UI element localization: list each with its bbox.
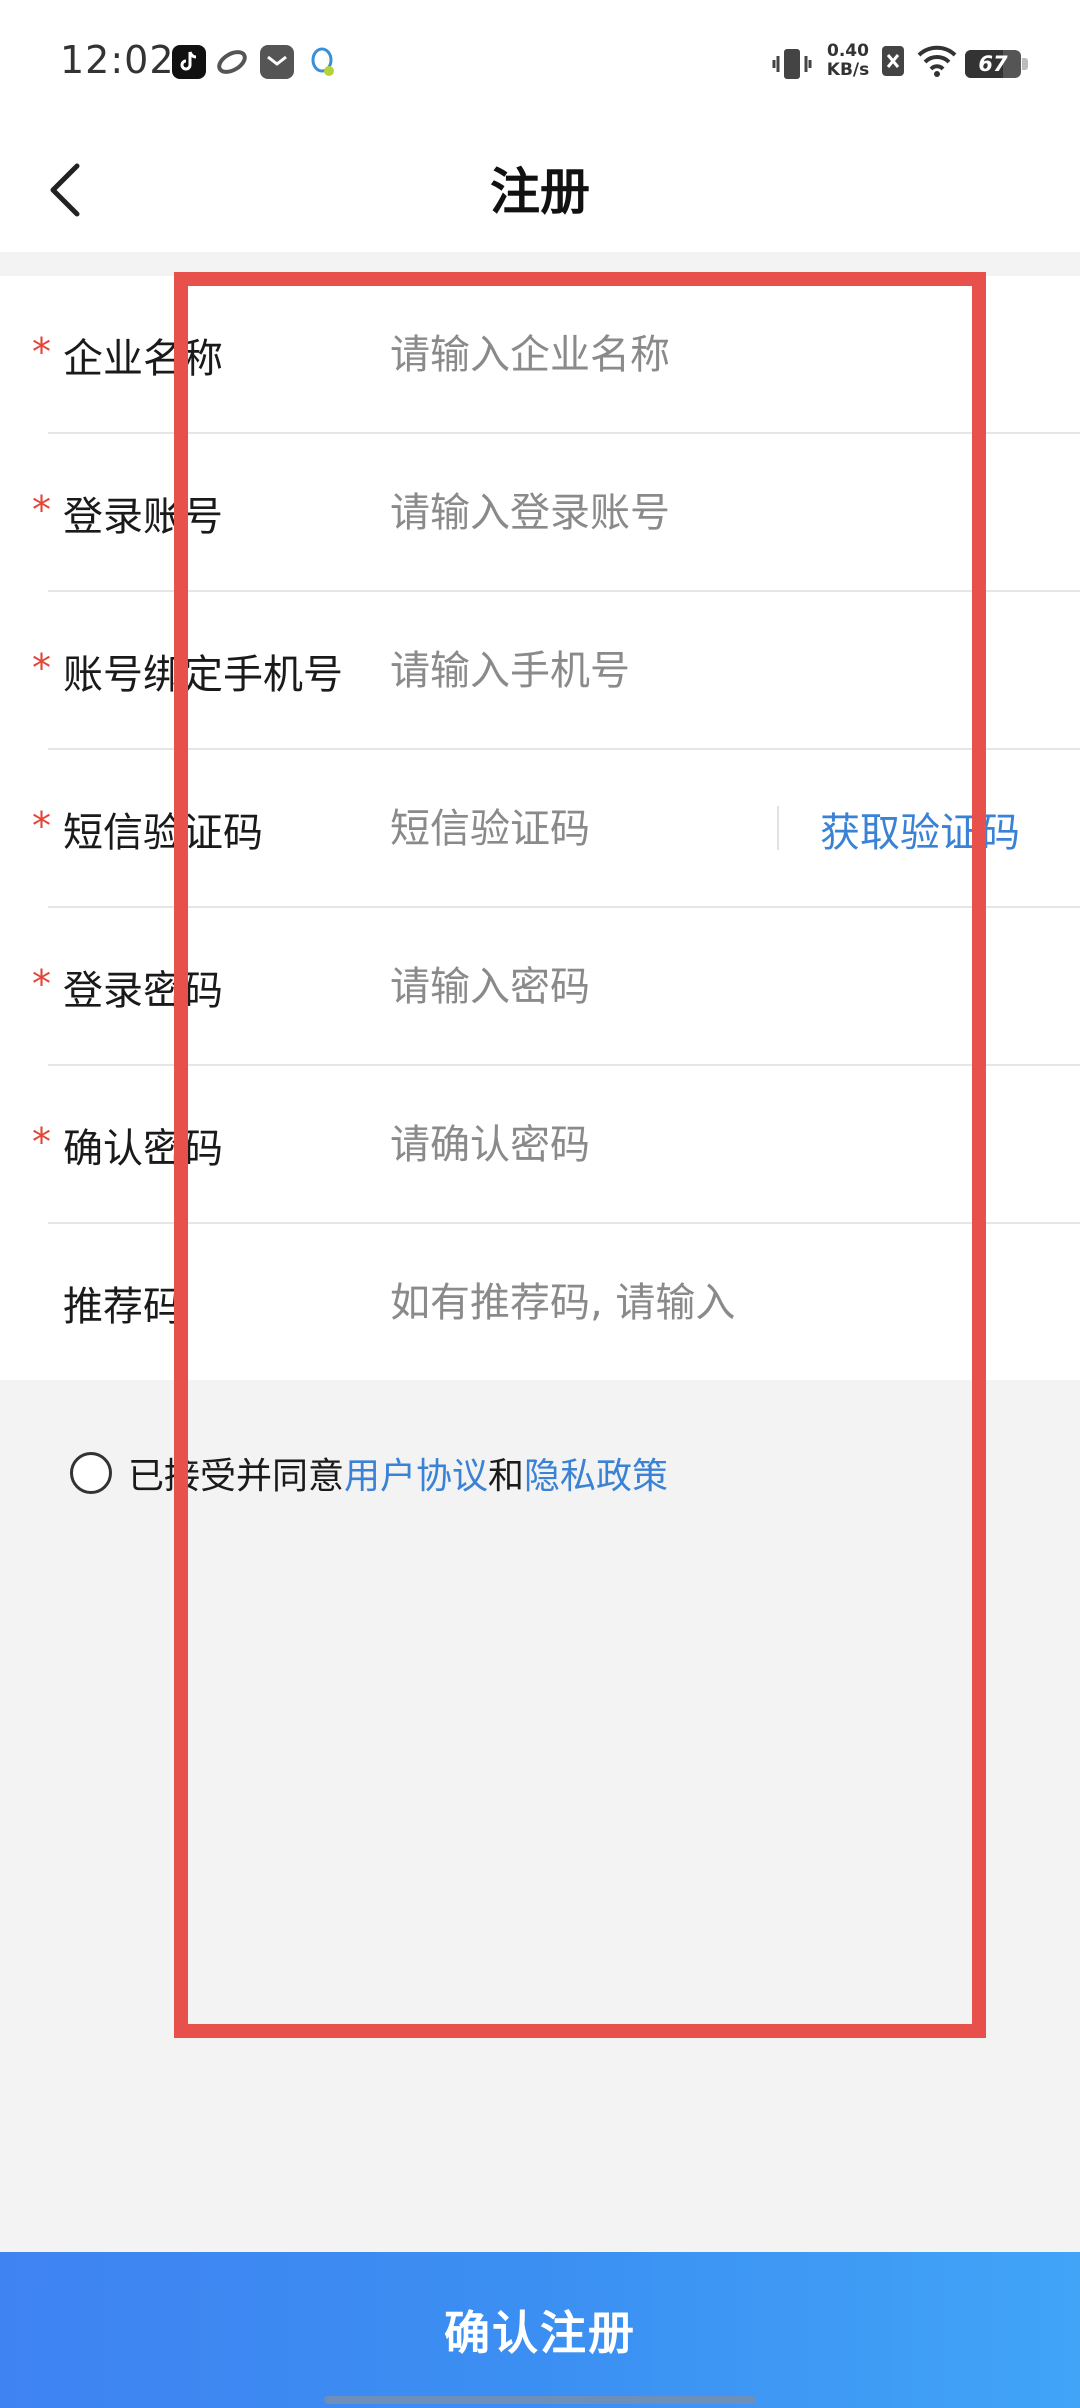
field-label: 账号绑定手机号 bbox=[63, 652, 343, 698]
agreement-row: 已接受并同意 用户协议 和 隐私政策 bbox=[70, 1448, 668, 1498]
confirm-password-input[interactable] bbox=[390, 1106, 1040, 1184]
field-row-company-name: * 企业名称 bbox=[0, 276, 1080, 434]
field-label: 企业名称 bbox=[63, 336, 223, 382]
field-row-referral-code: 推荐码 bbox=[0, 1224, 1080, 1382]
field-row-login-account: * 登录账号 bbox=[0, 434, 1080, 592]
required-marker: * bbox=[32, 646, 51, 690]
field-label: 短信验证码 bbox=[63, 810, 263, 856]
field-row-sms-code: * 短信验证码 获取验证码 bbox=[0, 750, 1080, 908]
referral-code-input[interactable] bbox=[390, 1264, 1040, 1342]
field-label: 确认密码 bbox=[63, 1126, 223, 1172]
page-title: 注册 bbox=[490, 163, 590, 221]
status-bar: 12:02 0.40 KB/s 67 bbox=[0, 0, 1080, 130]
required-marker: * bbox=[32, 1120, 51, 1164]
battery-nub bbox=[1022, 58, 1028, 70]
required-marker: * bbox=[32, 330, 51, 374]
required-marker: * bbox=[32, 962, 51, 1006]
company-name-input[interactable] bbox=[390, 316, 1040, 394]
wifi-icon bbox=[916, 44, 958, 78]
required-marker: * bbox=[32, 804, 51, 848]
battery-level: 67 bbox=[978, 52, 1008, 76]
vibrate-icon bbox=[772, 44, 812, 84]
mail-icon bbox=[260, 45, 294, 79]
home-indicator bbox=[324, 2396, 756, 2404]
qq-icon bbox=[305, 45, 339, 79]
field-label: 登录账号 bbox=[63, 494, 223, 540]
password-input[interactable] bbox=[390, 948, 1040, 1026]
field-row-phone: * 账号绑定手机号 bbox=[0, 592, 1080, 750]
agreement-prefix: 已接受并同意 bbox=[128, 1456, 345, 1497]
sms-code-input[interactable] bbox=[390, 790, 770, 868]
field-row-password: * 登录密码 bbox=[0, 908, 1080, 1066]
header: 注册 bbox=[0, 130, 1080, 252]
user-agreement-link[interactable]: 用户协议 bbox=[344, 1447, 488, 1499]
privacy-policy-link[interactable]: 隐私政策 bbox=[524, 1447, 668, 1499]
agree-checkbox[interactable] bbox=[70, 1452, 112, 1494]
tiktok-icon bbox=[172, 45, 206, 79]
confirm-register-button[interactable]: 确认注册 bbox=[0, 2252, 1080, 2408]
field-label: 登录密码 bbox=[63, 968, 223, 1014]
net-speed: 0.40 KB/s bbox=[820, 42, 876, 80]
browser-icon bbox=[215, 45, 249, 79]
login-account-input[interactable] bbox=[390, 474, 1040, 552]
confirm-register-label: 确认注册 bbox=[444, 2307, 636, 2359]
battery-icon: 67 bbox=[965, 50, 1021, 78]
field-label: 推荐码 bbox=[63, 1284, 183, 1330]
field-row-confirm-password: * 确认密码 bbox=[0, 1066, 1080, 1224]
net-speed-value: 0.40 bbox=[827, 41, 869, 61]
phone-input[interactable] bbox=[390, 632, 1040, 710]
net-speed-unit: KB/s bbox=[826, 60, 870, 80]
status-time: 12:02 bbox=[60, 38, 175, 82]
required-marker: * bbox=[32, 488, 51, 532]
get-code-button[interactable]: 获取验证码 bbox=[820, 800, 1020, 858]
no-sim-icon bbox=[880, 44, 906, 78]
registration-form: * 企业名称 * 登录账号 * 账号绑定手机号 * 短信验证码 获取验证码 * … bbox=[0, 276, 1080, 1380]
sms-divider bbox=[777, 806, 779, 850]
agreement-conjunction: 和 bbox=[488, 1456, 525, 1497]
